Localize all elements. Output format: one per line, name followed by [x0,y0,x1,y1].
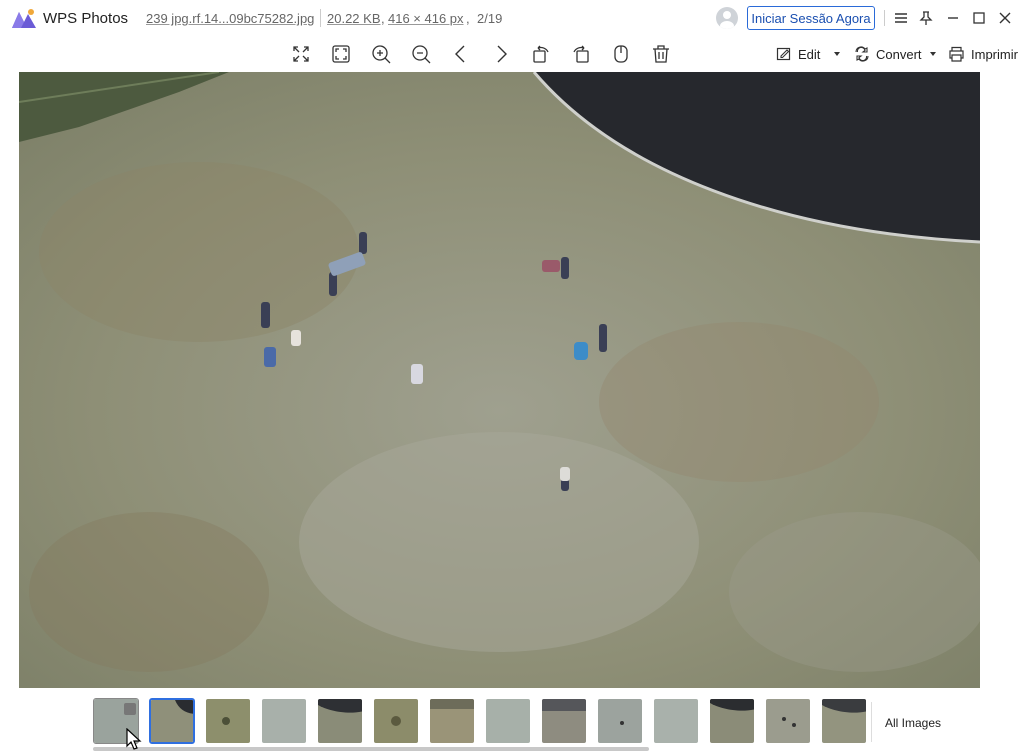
fit-window-icon[interactable] [328,42,354,66]
divider [871,702,872,742]
thumbnail-active[interactable] [149,698,195,744]
rotate-right-icon[interactable] [568,42,594,66]
chevron-down-icon [834,52,841,56]
fullscreen-icon[interactable] [288,42,314,66]
wps-photos-logo-icon [12,9,36,28]
next-icon[interactable] [488,42,514,66]
avatar-icon[interactable] [716,7,738,29]
convert-icon [855,46,869,62]
thumbnail[interactable] [709,698,755,744]
print-button[interactable]: Imprimir [948,44,1018,64]
app-name: WPS Photos [43,10,129,27]
edit-icon [776,47,791,61]
thumbnail-strip: All Images [0,688,1028,752]
aerial-photo [19,72,980,688]
convert-button[interactable]: Convert [854,44,938,64]
file-size[interactable]: 20.22 KB [327,11,381,26]
chevron-down-icon [929,52,936,56]
previous-icon[interactable] [448,42,474,66]
thumbnail[interactable] [485,698,531,744]
delete-icon[interactable] [648,42,674,66]
edit-button[interactable]: Edit [776,44,842,64]
thumbnail-scrollbar[interactable] [93,747,649,751]
divider [884,10,885,26]
rotate-left-icon[interactable] [528,42,554,66]
file-name[interactable]: 239 jpg.rf.14...09bc75282.jpg [146,11,314,26]
printer-icon [949,46,964,62]
thumbnail[interactable] [317,698,363,744]
print-label: Imprimir [971,46,1018,62]
menu-icon[interactable] [891,8,911,28]
zoom-in-icon[interactable] [368,42,394,66]
image-viewer[interactable] [19,72,980,688]
minimize-icon[interactable] [943,8,963,28]
edit-label: Edit [798,46,821,62]
convert-label: Convert [876,46,922,62]
toolbar: Edit Convert Imprimir [0,36,1028,72]
thumbnail[interactable] [765,698,811,744]
thumbnail[interactable] [653,698,699,744]
mirror-icon[interactable] [608,42,634,66]
thumbnail[interactable] [205,698,251,744]
divider [320,9,321,27]
zoom-out-icon[interactable] [408,42,434,66]
image-position: 2/19 [477,11,503,26]
maximize-icon[interactable] [969,8,989,28]
pin-icon[interactable] [916,8,936,28]
mouse-cursor-icon [126,728,142,750]
thumbnail[interactable] [261,698,307,744]
thumbnail[interactable] [541,698,587,744]
title-bar: WPS Photos 239 jpg.rf.14...09bc75282.jpg… [0,0,1028,36]
close-icon[interactable] [995,8,1015,28]
thumbnail[interactable] [597,698,643,744]
thumbnail[interactable] [821,698,867,744]
all-images-button[interactable]: All Images [885,716,941,730]
login-button[interactable]: Iniciar Sessão Agora [747,6,875,30]
thumbnail[interactable] [373,698,419,744]
thumbnail[interactable] [429,698,475,744]
image-dimensions[interactable]: 416 × 416 px [388,11,464,26]
